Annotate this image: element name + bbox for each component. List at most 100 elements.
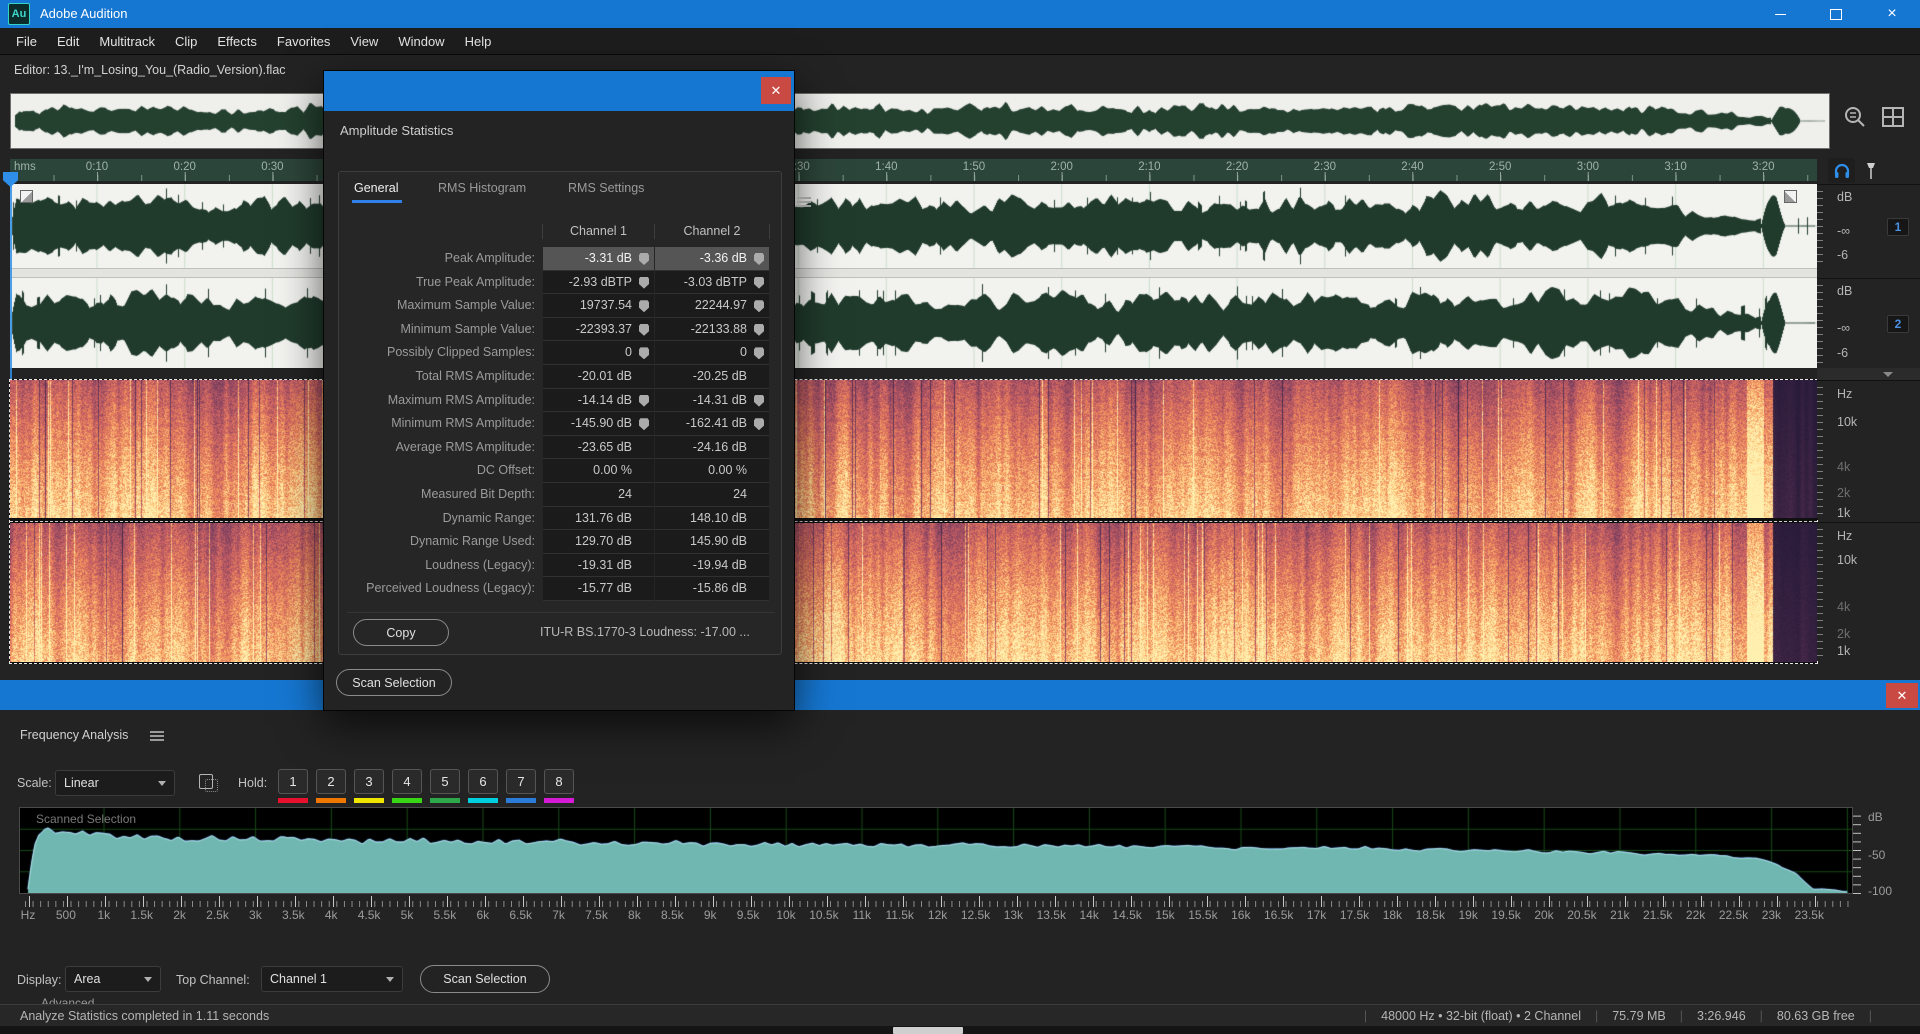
advanced-label[interactable]: Advanced [41,996,161,1004]
hold-button-4[interactable]: 4 [392,769,422,794]
hold-button-8[interactable]: 8 [544,769,574,794]
top-channel-dropdown[interactable]: Channel 1 [261,966,403,992]
menu-favorites[interactable]: Favorites [267,28,340,55]
stat-row[interactable]: Possibly Clipped Samples: 0 0 [339,341,781,365]
close-button[interactable]: × [1864,0,1920,28]
snapshot-icon[interactable] [196,771,222,796]
stat-row[interactable]: Maximum Sample Value: 19737.54 22244.97 [339,294,781,318]
menu-clip[interactable]: Clip [165,28,207,55]
stat-value[interactable]: -3.31 dB [543,247,654,271]
channel-divider[interactable] [10,268,1817,278]
locate-pin-icon[interactable] [639,300,649,313]
menu-effects[interactable]: Effects [207,28,267,55]
stat-row[interactable]: Dynamic Range Used: 129.70 dB 145.90 dB [339,530,781,554]
stat-value[interactable]: 19737.54 [543,294,654,318]
locate-pin-icon[interactable] [639,418,649,431]
panel-splitter-arrow-icon[interactable] [1817,368,1920,380]
selection-handle-left[interactable] [20,190,33,203]
locate-pin-icon[interactable] [754,394,764,407]
stat-row[interactable]: Measured Bit Depth: 24 24 [339,483,781,507]
layout-grid-icon[interactable] [1880,104,1906,130]
locate-pin-icon[interactable] [639,323,649,336]
locate-pin-icon[interactable] [754,300,764,313]
stat-value[interactable]: 129.70 dB [543,530,654,554]
hold-button-6[interactable]: 6 [468,769,498,794]
panel-menu-icon[interactable] [797,197,811,207]
menu-view[interactable]: View [340,28,388,55]
stat-row[interactable]: Minimum RMS Amplitude: -145.90 dB -162.41 … [339,412,781,436]
maximize-button[interactable] [1808,0,1864,28]
amplitude-scale[interactable]: dB -∞ -6 1 [1817,184,1920,268]
locate-pin-icon[interactable] [754,347,764,360]
stat-value[interactable]: -20.01 dB [543,365,654,389]
locate-pin-icon[interactable] [639,253,649,265]
display-dropdown[interactable]: Area [65,966,161,992]
waveform-overview[interactable] [10,93,1830,149]
stat-value[interactable]: -14.14 dB [543,388,654,413]
stat-value[interactable]: 24 [543,483,654,507]
locate-pin-icon[interactable] [639,347,649,360]
menu-multitrack[interactable]: Multitrack [89,28,165,55]
hold-button-3[interactable]: 3 [354,769,384,794]
stat-row[interactable]: Dynamic Range: 131.76 dB 148.10 dB [339,506,781,531]
stat-row[interactable]: Maximum RMS Amplitude: -14.14 dB -14.31 dB [339,388,781,413]
stat-row[interactable]: Perceived Loudness (Legacy): -15.77 dB -15… [339,577,781,601]
stat-row[interactable]: Average RMS Amplitude: -23.65 dB -24.16 dB [339,435,781,460]
channel-badge[interactable]: 2 [1887,315,1909,333]
stat-value[interactable]: 0.00 % [655,459,769,483]
stat-value[interactable]: -14.31 dB [655,388,769,413]
focused-panel-bar[interactable] [0,680,1920,710]
minimize-button[interactable] [1752,0,1808,28]
menu-window[interactable]: Window [388,28,454,55]
stat-value[interactable]: 0.00 % [543,459,654,483]
stat-row[interactable]: Minimum Sample Value: -22393.37 -22133.88 [339,317,781,342]
locate-pin-icon[interactable] [639,276,649,289]
stat-value[interactable]: -3.03 dBTP [655,270,769,295]
frequency-scale[interactable]: Hz 10k 4k 2k 1k [1817,522,1920,661]
stat-value[interactable]: 24 [655,483,769,507]
stat-value[interactable]: -20.25 dB [655,365,769,389]
stat-value[interactable]: -22133.88 [655,317,769,342]
panel-close-icon[interactable]: ✕ [1886,683,1918,708]
stat-value[interactable]: 148.10 dB [655,506,769,531]
stat-value[interactable]: 22244.97 [655,294,769,318]
stat-row[interactable]: Total RMS Amplitude: -20.01 dB -20.25 dB [339,365,781,389]
editor-tab[interactable]: Editor: 13._I'm_Losing_You_(Radio_Versio… [14,63,286,77]
panel-menu-icon[interactable] [150,731,164,741]
channel-badge[interactable]: 1 [1887,218,1909,236]
hold-button-7[interactable]: 7 [506,769,536,794]
menu-help[interactable]: Help [455,28,502,55]
dialog-close-icon[interactable]: ✕ [761,77,791,104]
locate-pin-icon[interactable] [754,323,764,336]
scan-selection-button[interactable]: Scan Selection [336,669,452,696]
stat-value[interactable]: -22393.37 [543,317,654,342]
frequency-plot[interactable] [20,808,1852,893]
spectrogram-channel-2[interactable] [10,523,1817,662]
frequency-scale[interactable]: Hz 10k 4k 2k 1k [1817,380,1920,520]
scale-dropdown[interactable]: Linear [55,770,175,796]
stat-value[interactable]: -162.41 dB [655,412,769,436]
selection-handle-right[interactable] [1784,190,1797,203]
copy-button[interactable]: Copy [353,619,449,646]
stat-value[interactable]: -19.94 dB [655,553,769,578]
scan-selection-button[interactable]: Scan Selection [420,965,550,993]
hold-button-1[interactable]: 1 [278,769,308,794]
zoom-tool-icon[interactable] [1842,104,1868,130]
hold-button-2[interactable]: 2 [316,769,346,794]
monitor-headphones-icon[interactable] [1828,158,1855,183]
spectral-display[interactable] [9,379,1818,664]
stat-value[interactable]: -145.90 dB [543,412,654,436]
stat-value[interactable]: -23.65 dB [543,435,654,460]
stat-value[interactable]: -24.16 dB [655,435,769,460]
tab-rms-settings[interactable]: RMS Settings [568,181,644,195]
locate-pin-icon[interactable] [754,253,764,265]
stat-row[interactable]: DC Offset: 0.00 % 0.00 % [339,459,781,483]
stat-row[interactable]: Loudness (Legacy): -19.31 dB -19.94 dB [339,553,781,578]
stat-value[interactable]: -19.31 dB [543,553,654,578]
stat-value[interactable]: 145.90 dB [655,530,769,554]
tab-rms-histogram[interactable]: RMS Histogram [438,181,526,195]
waveform-channel-1[interactable] [10,184,1817,268]
stat-value[interactable]: 131.76 dB [543,506,654,531]
locate-pin-icon[interactable] [639,394,649,407]
pin-marker-icon[interactable] [1861,158,1881,183]
